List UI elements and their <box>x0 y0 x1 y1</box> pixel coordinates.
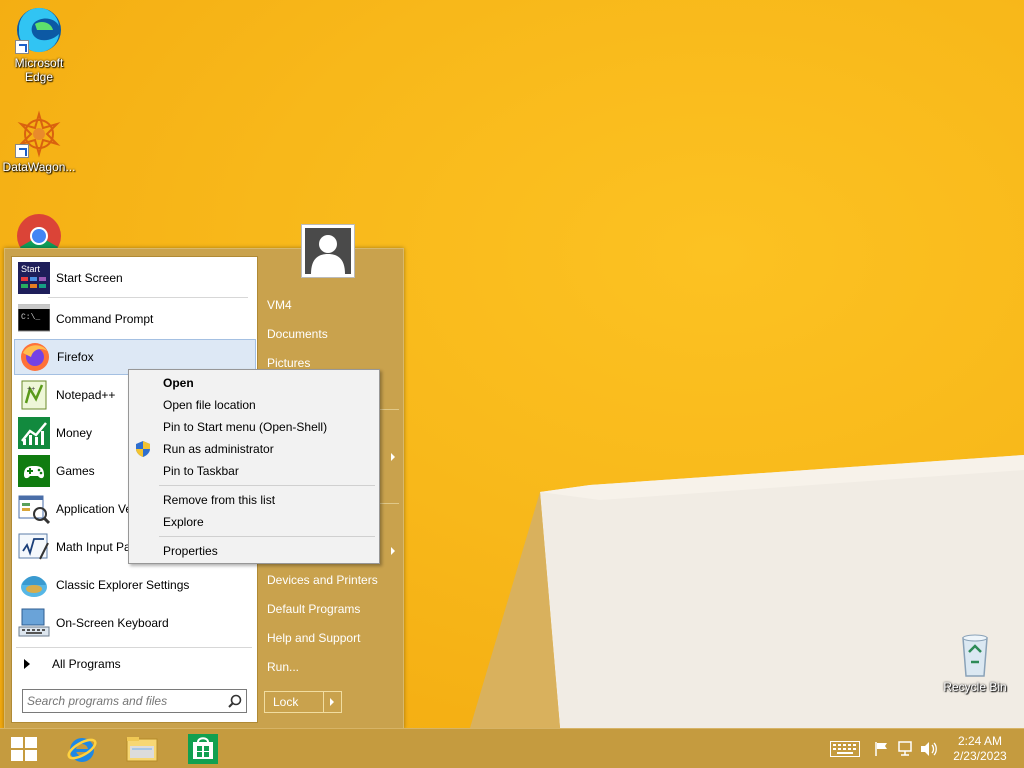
desktop-icon-label: Recycle Bin <box>943 680 1007 694</box>
program-label: Games <box>56 464 95 478</box>
desktop-icon-datawagon[interactable]: DataWagon... <box>0 110 78 174</box>
place-documents[interactable]: Documents <box>267 326 328 342</box>
lock-button[interactable]: Lock <box>264 691 342 713</box>
menu-item-open[interactable]: Open <box>163 376 194 390</box>
desktop-icon-label: DataWagon... <box>2 160 76 174</box>
program-label: Application Ve <box>56 502 133 516</box>
menu-item-pin-to-taskbar[interactable]: Pin to Taskbar <box>163 464 239 478</box>
user-avatar[interactable] <box>301 224 355 278</box>
program-label: Firefox <box>57 350 94 364</box>
program-label: Money <box>56 426 93 440</box>
firefox-icon <box>19 341 51 373</box>
search-box[interactable] <box>22 689 247 713</box>
menu-item-explore[interactable]: Explore <box>163 515 204 529</box>
program-on-screen-keyboard[interactable]: On-Screen Keyboard <box>14 605 256 641</box>
program-label: Start Screen <box>56 271 123 285</box>
lock-label: Lock <box>273 695 299 709</box>
onscreen-keyboard-icon <box>18 607 50 639</box>
place-help-and-support[interactable]: Help and Support <box>267 630 360 646</box>
svg-text:Start: Start <box>21 264 41 274</box>
clock-time: 2:24 AM <box>957 734 1003 748</box>
taskbar: 2:24 AM 2/23/2023 <box>0 728 1024 768</box>
divider <box>323 692 324 712</box>
program-label: On-Screen Keyboard <box>56 616 169 630</box>
submenu-arrow-icon <box>391 547 395 555</box>
all-programs-button[interactable]: All Programs <box>14 651 256 677</box>
program-classic-explorer-settings[interactable]: Classic Explorer Settings <box>14 567 256 603</box>
file-explorer-icon <box>126 737 158 762</box>
search-icon[interactable] <box>228 694 242 708</box>
desktop-icon-label: Edge <box>24 70 54 84</box>
menu-item-pin-to-start[interactable]: Pin to Start menu (Open-Shell) <box>163 420 327 434</box>
desktop-icon-edge[interactable]: Microsoft Edge <box>0 6 78 84</box>
place-devices-and-printers[interactable]: Devices and Printers <box>267 572 378 588</box>
all-programs-label: All Programs <box>52 657 121 671</box>
place-user-folder[interactable]: VM4 <box>267 297 292 313</box>
desktop-icon-label: Microsoft <box>14 56 64 70</box>
submenu-arrow-icon <box>391 453 395 461</box>
search-input[interactable] <box>27 692 223 710</box>
program-label: Notepad++ <box>56 388 116 402</box>
taskbar-file-explorer[interactable] <box>118 729 166 768</box>
taskbar-store[interactable] <box>178 729 226 768</box>
program-label: Command Prompt <box>56 312 154 326</box>
store-icon <box>188 734 218 764</box>
user-icon <box>305 228 351 274</box>
volume-icon[interactable] <box>920 741 938 757</box>
divider <box>159 536 375 537</box>
menu-item-open-file-location[interactable]: Open file location <box>163 398 256 412</box>
windows-logo-icon <box>11 737 37 761</box>
context-menu: Open Open file location Pin to Start men… <box>128 369 380 564</box>
start-screen-icon: Start <box>18 262 50 294</box>
recycle-bin-icon <box>951 630 999 678</box>
math-input-panel-icon <box>18 531 50 563</box>
start-button[interactable] <box>0 729 48 768</box>
program-command-prompt[interactable]: C:\_ Command Prompt <box>14 301 256 337</box>
program-label: Math Input Par <box>56 540 135 554</box>
money-icon <box>18 417 50 449</box>
svg-text:++: ++ <box>27 386 35 393</box>
clock[interactable]: 2:24 AM 2/23/2023 <box>946 734 1014 764</box>
notepad-plus-plus-icon: ++ <box>18 379 50 411</box>
games-icon <box>18 455 50 487</box>
menu-item-properties[interactable]: Properties <box>163 544 218 558</box>
action-center-flag-icon[interactable] <box>874 741 890 757</box>
expand-arrow-icon <box>24 659 30 669</box>
shortcut-arrow-icon <box>15 144 29 158</box>
place-default-programs[interactable]: Default Programs <box>267 601 360 617</box>
edge-icon <box>15 6 63 54</box>
command-prompt-icon: C:\_ <box>17 303 51 335</box>
menu-item-run-as-administrator[interactable]: Run as administrator <box>163 442 274 456</box>
menu-item-remove-from-list[interactable]: Remove from this list <box>163 493 275 507</box>
clock-date: 2/23/2023 <box>953 749 1007 763</box>
uac-shield-icon <box>136 441 150 457</box>
classic-explorer-icon <box>18 569 50 601</box>
desktop-icon-recycle-bin[interactable]: Recycle Bin <box>936 630 1014 694</box>
shortcut-arrow-icon <box>15 40 29 54</box>
place-run[interactable]: Run... <box>267 659 299 675</box>
application-verifier-icon <box>18 493 51 525</box>
taskbar-internet-explorer[interactable] <box>58 729 106 768</box>
datawagon-icon <box>15 110 63 158</box>
network-icon[interactable] <box>898 741 914 757</box>
divider <box>159 485 375 486</box>
program-start-screen[interactable]: Start Start Screen <box>14 260 256 296</box>
internet-explorer-icon <box>67 738 97 762</box>
divider <box>48 297 248 298</box>
program-label: Classic Explorer Settings <box>56 578 190 592</box>
touch-keyboard-icon[interactable] <box>830 741 860 757</box>
lock-options-arrow-icon[interactable] <box>330 698 334 706</box>
divider <box>16 647 252 648</box>
svg-text:C:\_: C:\_ <box>21 313 40 322</box>
